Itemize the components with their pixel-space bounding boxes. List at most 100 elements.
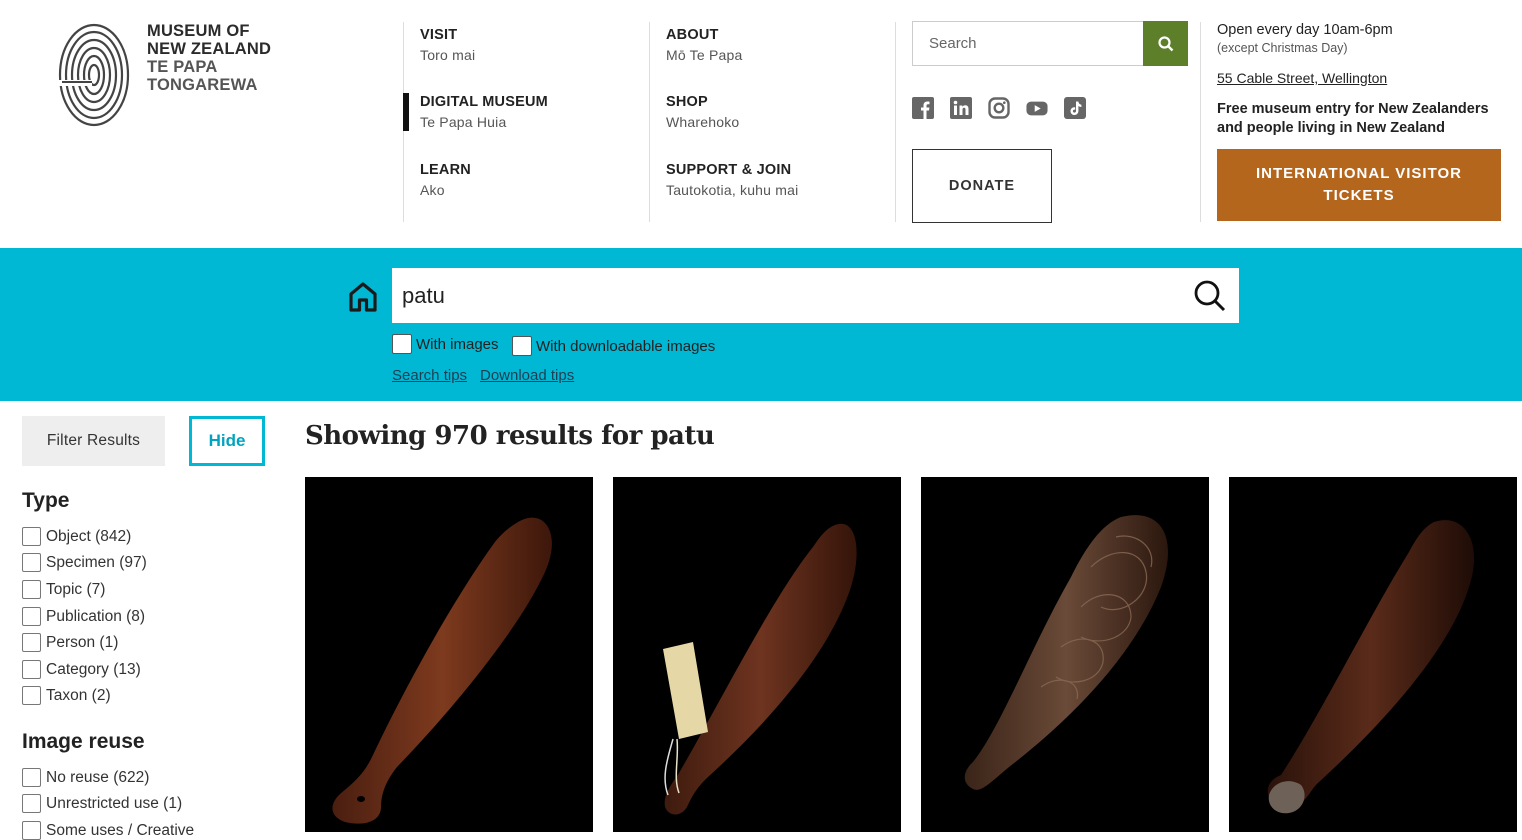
- search-icon[interactable]: [1191, 277, 1229, 315]
- nav-title: SHOP: [666, 94, 708, 110]
- filter-type-publication[interactable]: Publication (8): [22, 607, 145, 626]
- filter-label: Object (842): [46, 527, 132, 545]
- free-entry-note: Free museum entry for New Zealanders and…: [1217, 101, 1489, 136]
- nav-title: DIGITAL MUSEUM: [420, 94, 548, 110]
- nav-learn[interactable]: LEARN Ako: [420, 162, 471, 198]
- social-links: [912, 97, 1086, 119]
- result-card[interactable]: [613, 477, 901, 832]
- logo-line: NEW ZEALAND: [147, 40, 272, 58]
- filter-type-topic[interactable]: Topic (7): [22, 580, 105, 599]
- filter-results-button[interactable]: Filter Results: [22, 416, 165, 466]
- checkbox[interactable]: [22, 821, 41, 840]
- filter-reuse-some[interactable]: Some uses / Creative: [22, 821, 194, 840]
- filter-type-person[interactable]: Person (1): [22, 633, 118, 652]
- site-header: MUSEUM OF NEW ZEALAND TE PAPA TONGAREWA …: [0, 0, 1522, 248]
- filter-type-specimen[interactable]: Specimen (97): [22, 553, 147, 572]
- collection-search-band: With images With downloadable images Sea…: [0, 248, 1522, 401]
- results-heading: Showing 970 results for patu: [305, 421, 715, 451]
- with-downloadable-checkbox[interactable]: [512, 336, 532, 356]
- logo-text: MUSEUM OF NEW ZEALAND TE PAPA TONGAREWA: [147, 22, 271, 94]
- search-icon: [1157, 35, 1173, 51]
- nav-visit[interactable]: VISIT Toro mai: [420, 27, 475, 63]
- museum-logo[interactable]: MUSEUM OF NEW ZEALAND TE PAPA TONGAREWA: [58, 20, 288, 130]
- with-downloadable-label: With downloadable images: [536, 337, 716, 355]
- type-heading: Type: [22, 489, 70, 512]
- checkbox[interactable]: [22, 660, 41, 679]
- filter-label: Person (1): [46, 633, 119, 651]
- header-search: [912, 21, 1189, 66]
- checkbox[interactable]: [22, 527, 41, 546]
- facebook-icon[interactable]: [912, 97, 934, 119]
- checkbox[interactable]: [22, 794, 41, 813]
- nav-title: ABOUT: [666, 27, 719, 43]
- address-link[interactable]: 55 Cable Street, Wellington: [1217, 70, 1387, 86]
- nav-digital-museum[interactable]: DIGITAL MUSEUM Te Papa Huia: [420, 94, 548, 130]
- header-search-input[interactable]: [912, 21, 1144, 66]
- instagram-icon[interactable]: [988, 97, 1010, 119]
- filter-label: Topic (7): [46, 580, 106, 598]
- logo-line: TE PAPA: [147, 58, 218, 76]
- result-card[interactable]: [921, 477, 1209, 832]
- header-search-button[interactable]: [1143, 21, 1188, 66]
- checkbox[interactable]: [22, 580, 41, 599]
- nav-title: VISIT: [420, 27, 458, 43]
- with-images-label: With images: [416, 335, 499, 353]
- nav-support-join[interactable]: SUPPORT & JOIN Tautokotia, kuhu mai: [666, 162, 798, 198]
- linkedin-icon[interactable]: [950, 97, 972, 119]
- filter-label: Taxon (2): [46, 686, 111, 704]
- header-actions: DONATE: [895, 21, 1200, 223]
- filter-type-taxon[interactable]: Taxon (2): [22, 686, 111, 705]
- nav-about[interactable]: ABOUT Mō Te Papa: [666, 27, 742, 63]
- active-indicator: [403, 93, 409, 131]
- youtube-icon[interactable]: [1026, 97, 1048, 119]
- filter-label: No reuse (622): [46, 768, 150, 786]
- nav-subtitle: Te Papa Huia: [420, 114, 507, 130]
- patu-image: [332, 517, 552, 824]
- logo-line: MUSEUM OF: [147, 22, 250, 40]
- filter-label: Category (13): [46, 660, 141, 678]
- logo-line: TONGAREWA: [147, 76, 258, 94]
- donate-button[interactable]: DONATE: [912, 149, 1052, 223]
- hide-filters-button[interactable]: Hide: [189, 416, 265, 466]
- opening-hours-note: (except Christmas Day): [1217, 41, 1348, 55]
- filter-label: Some uses / Creative: [46, 821, 195, 839]
- nav-title: SUPPORT & JOIN: [666, 162, 792, 178]
- checkbox[interactable]: [22, 553, 41, 572]
- collection-search-input[interactable]: [392, 268, 1182, 323]
- nav-shop[interactable]: SHOP Wharehoko: [666, 94, 739, 130]
- search-tips-link[interactable]: Search tips: [392, 367, 467, 384]
- filter-type-object[interactable]: Object (842): [22, 527, 131, 546]
- with-images-checkbox[interactable]: [392, 334, 412, 354]
- nav-subtitle: Wharehoko: [666, 114, 740, 130]
- tiktok-icon[interactable]: [1064, 97, 1086, 119]
- image-reuse-heading: Image reuse: [22, 730, 145, 753]
- international-tickets-button[interactable]: INTERNATIONAL VISITOR TICKETS: [1217, 149, 1501, 221]
- nav-column-1: VISIT Toro mai DIGITAL MUSEUM Te Papa Hu…: [403, 22, 649, 222]
- patu-image: [663, 523, 857, 815]
- thumbprint-logo-icon: [58, 23, 130, 127]
- result-card[interactable]: [305, 477, 593, 832]
- filter-type-category[interactable]: Category (13): [22, 660, 141, 679]
- checkbox[interactable]: [22, 607, 41, 626]
- with-images-option[interactable]: With images: [392, 334, 499, 354]
- filter-label: Publication (8): [46, 607, 146, 625]
- patu-image: [1267, 520, 1475, 814]
- filter-label: Specimen (97): [46, 553, 147, 571]
- collection-search-box: [392, 268, 1239, 323]
- filter-reuse-unrestricted[interactable]: Unrestricted use (1): [22, 794, 182, 813]
- nav-subtitle: Ako: [420, 182, 445, 198]
- download-tips-link[interactable]: Download tips: [480, 367, 574, 384]
- nav-subtitle: Mō Te Papa: [666, 47, 743, 63]
- filter-reuse-none[interactable]: No reuse (622): [22, 768, 149, 787]
- with-downloadable-option[interactable]: With downloadable images: [512, 336, 715, 356]
- nav-subtitle: Tautokotia, kuhu mai: [666, 182, 799, 198]
- opening-hours: Open every day 10am-6pm: [1217, 22, 1393, 38]
- checkbox[interactable]: [22, 768, 41, 787]
- home-icon[interactable]: [346, 279, 380, 313]
- nav-column-2: ABOUT Mō Te Papa SHOP Wharehoko SUPPORT …: [649, 22, 895, 222]
- checkbox[interactable]: [22, 633, 41, 652]
- nav-title: LEARN: [420, 162, 471, 178]
- result-card[interactable]: [1229, 477, 1517, 832]
- visitor-info: Open every day 10am-6pm (except Christma…: [1200, 22, 1522, 222]
- checkbox[interactable]: [22, 686, 41, 705]
